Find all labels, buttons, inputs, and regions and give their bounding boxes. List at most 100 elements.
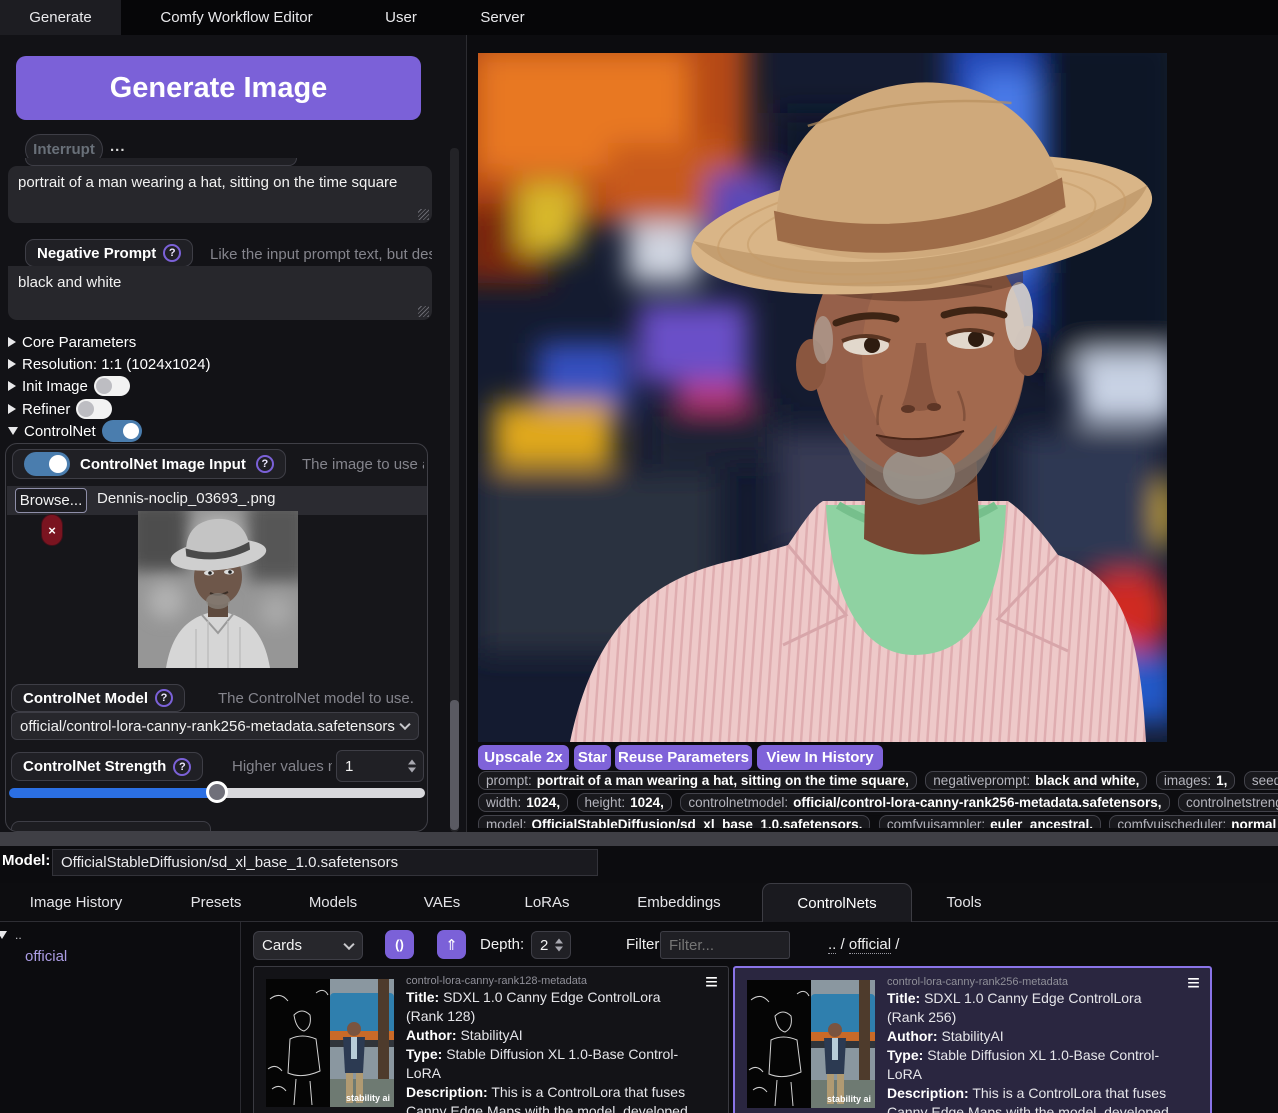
help-icon[interactable]: ?	[155, 689, 173, 707]
metadata-pill: controlnetstrength:1,	[1178, 793, 1278, 812]
controlnet-strength-slider[interactable]	[9, 788, 425, 798]
metadata-pill: height:1024,	[577, 793, 672, 812]
generate-image-button[interactable]: Generate Image	[16, 56, 421, 120]
swarmui-app: Generate Comfy Workflow Editor User Serv…	[0, 0, 1278, 1113]
section-controlnet[interactable]: ControlNet	[8, 420, 142, 442]
metadata-pill: images:1,	[1156, 771, 1236, 790]
section-init-image[interactable]: Init Image	[8, 375, 130, 397]
card-title: Title: SDXL 1.0 Canny Edge ControlLora (…	[406, 988, 698, 1026]
svg-text:stability ai: stability ai	[346, 1093, 390, 1103]
filter-input[interactable]	[660, 931, 790, 959]
tree-divider	[240, 922, 241, 1113]
refiner-toggle[interactable]	[76, 399, 112, 419]
tab-generate[interactable]: Generate	[0, 0, 121, 35]
metadata-row: prompt:portrait of a man wearing a hat, …	[478, 771, 1278, 790]
next-section-clipped	[11, 821, 211, 832]
tab-presets[interactable]: Presets	[152, 883, 280, 922]
refresh-button[interactable]: ()	[385, 930, 414, 959]
negative-prompt-input[interactable]: black and white	[8, 266, 432, 320]
card-thumbnail: stability ai	[747, 980, 875, 1108]
tab-models[interactable]: Models	[280, 883, 386, 922]
chevron-right-icon	[8, 337, 16, 347]
depth-input[interactable]: 2	[531, 931, 571, 959]
controlnet-model-label: ControlNet Model ?	[11, 684, 185, 712]
tab-user[interactable]: User	[352, 0, 450, 35]
spinner-icon[interactable]	[555, 939, 563, 952]
tab-embeddings[interactable]: Embeddings	[596, 883, 762, 922]
card-description: Description: This is a ControlLora that …	[887, 1084, 1180, 1113]
controlnet-image-preview[interactable]	[138, 511, 298, 668]
metadata-pill: negativeprompt:black and white,	[925, 771, 1147, 790]
refresh-icon: ()	[395, 937, 404, 952]
help-icon[interactable]: ?	[173, 758, 191, 776]
tab-image-history[interactable]: Image History	[0, 883, 152, 922]
model-input[interactable]	[52, 849, 598, 876]
metadata-pill: model:OfficialStableDiffusion/sd_xl_base…	[478, 815, 870, 828]
resize-handle-icon[interactable]	[418, 209, 429, 220]
chevron-right-icon	[8, 404, 16, 414]
generated-image[interactable]	[478, 53, 1167, 742]
card-description: Description: This is a ControlLora that …	[406, 1083, 698, 1113]
chevron-down-icon	[8, 427, 18, 435]
panel-splitter[interactable]	[0, 832, 1278, 846]
upload-icon: ⇑	[445, 936, 458, 954]
help-icon[interactable]: ?	[256, 455, 274, 473]
tree-root[interactable]: ..	[0, 928, 22, 942]
controlnet-card-rank128[interactable]: stability ai ≡ control-lora-canny-rank12…	[253, 966, 729, 1113]
section-resolution[interactable]: Resolution: 1:1 (1024x1024)	[8, 353, 210, 375]
star-button[interactable]: Star	[574, 745, 611, 770]
card-filename: control-lora-canny-rank256-metadata	[887, 976, 1210, 988]
metadata-pill: comfyuisampler:euler_ancestral,	[879, 815, 1101, 828]
view-mode-select[interactable]: Cards	[253, 931, 363, 960]
init-image-toggle[interactable]	[94, 376, 130, 396]
controlnet-model-select[interactable]: official/control-lora-canny-rank256-meta…	[11, 712, 419, 740]
controlnet-card-rank256[interactable]: stability ai ≡ control-lora-canny-rank25…	[733, 966, 1212, 1113]
remove-image-button[interactable]: ×	[41, 514, 63, 546]
model-bar-label: Model:	[2, 852, 50, 869]
tab-loras[interactable]: LoRAs	[498, 883, 596, 922]
scrollbar-thumb[interactable]	[450, 700, 459, 830]
tab-comfy-workflow-editor[interactable]: Comfy Workflow Editor	[121, 0, 352, 35]
upscale-2x-button[interactable]: Upscale 2x	[478, 745, 569, 770]
section-refiner[interactable]: Refiner	[8, 398, 112, 420]
metadata-row: model:OfficialStableDiffusion/sd_xl_base…	[478, 815, 1278, 828]
resize-handle-icon[interactable]	[418, 306, 429, 317]
prompt-label-clipped	[25, 158, 297, 166]
chevron-down-icon	[0, 931, 7, 939]
controlnet-group: ControlNet Image Input ? The image to us…	[5, 443, 428, 832]
chevron-down-icon	[399, 719, 410, 730]
chevron-down-icon	[343, 938, 354, 949]
controlnet-model-desc: The ControlNet model to use.	[218, 690, 424, 707]
slider-thumb[interactable]	[206, 781, 228, 803]
help-icon[interactable]: ?	[163, 244, 181, 262]
controlnet-image-input-toggle[interactable]	[24, 452, 70, 476]
controlnet-toggle[interactable]	[102, 420, 142, 442]
depth-label: Depth:	[480, 936, 524, 953]
card-menu-icon[interactable]: ≡	[1187, 970, 1200, 996]
controlnet-image-input-desc: The image to use as	[302, 456, 424, 473]
breadcrumb-official[interactable]: official	[849, 936, 891, 954]
browse-button[interactable]: Browse...	[15, 488, 87, 513]
tab-server[interactable]: Server	[450, 0, 555, 35]
prompt-input[interactable]: portrait of a man wearing a hat, sitting…	[8, 166, 432, 223]
tree-up-label: ..	[15, 928, 22, 942]
spinner-icon[interactable]	[408, 760, 416, 773]
tab-controlnets[interactable]: ControlNets	[762, 883, 912, 922]
more-options-button[interactable]: ...	[110, 138, 126, 155]
negative-prompt-desc: Like the input prompt text, but describ	[210, 246, 432, 263]
chevron-right-icon	[8, 381, 16, 391]
card-menu-icon[interactable]: ≡	[705, 969, 718, 995]
card-author: Author: StabilityAI	[887, 1027, 1180, 1046]
section-core-parameters[interactable]: Core Parameters	[8, 331, 136, 353]
controlnet-image-filename: Dennis-noclip_03693_.png	[97, 490, 275, 507]
reuse-parameters-button[interactable]: Reuse Parameters	[615, 745, 752, 770]
metadata-pill: controlnetmodel:official/control-lora-ca…	[680, 793, 1169, 812]
tab-vaes[interactable]: VAEs	[386, 883, 498, 922]
view-in-history-button[interactable]: View In History	[757, 745, 883, 770]
upload-button[interactable]: ⇑	[437, 930, 466, 959]
card-thumbnail: stability ai	[266, 979, 394, 1107]
controlnet-strength-input[interactable]: 1	[336, 750, 424, 782]
tree-folder-official[interactable]: official	[25, 948, 67, 965]
metadata-row: width:1024, height:1024, controlnetmodel…	[478, 793, 1278, 812]
tab-tools[interactable]: Tools	[912, 883, 1016, 922]
